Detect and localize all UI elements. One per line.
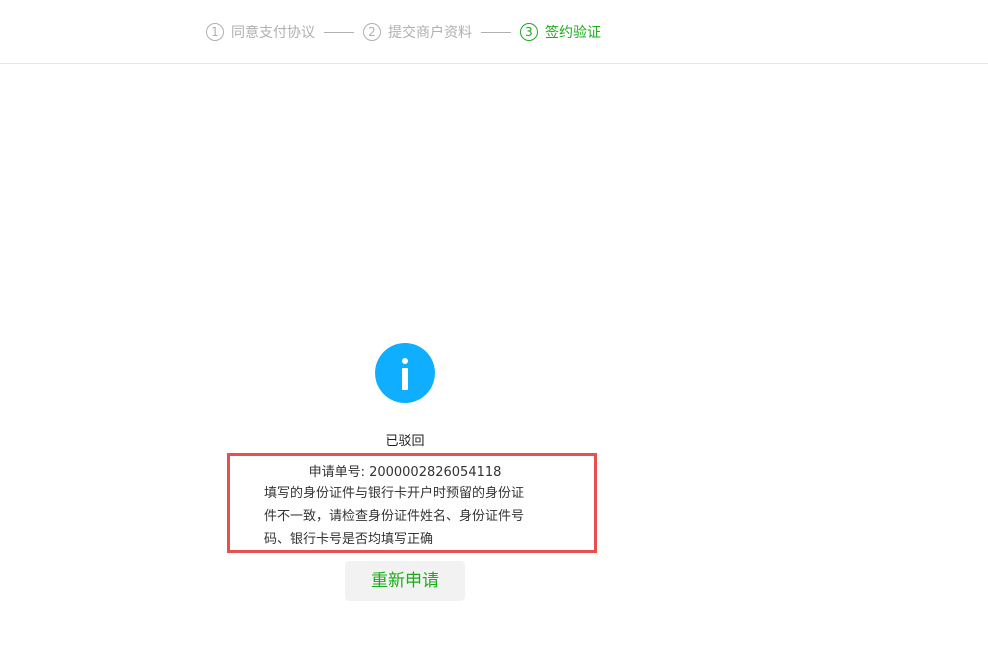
step-connector [481,31,511,33]
info-icon [375,343,435,403]
reason-line: 填写的身份证件与银行卡开户时预留的身份证 [264,486,525,501]
step-number: 3 [520,23,538,41]
step-label: 提交商户资料 [388,25,472,41]
step-agree-protocol: 1 同意支付协议 [206,22,315,42]
step-number: 2 [363,23,381,41]
step-label: 签约验证 [545,25,601,41]
reason-line: 件不一致，请检查身份证件姓名、身份证件号 [264,509,525,524]
step-submit-info: 2 提交商户资料 [363,22,472,42]
application-number: 申请单号: 2000002826054118 [308,465,502,480]
step-connector [324,31,354,33]
rejection-reason: 填写的身份证件与银行卡开户时预留的身份证 件不一致，请检查身份证件姓名、身份证件… [264,482,564,551]
step-label: 同意支付协议 [231,25,315,41]
step-indicator: 1 同意支付协议 2 提交商户资料 3 签约验证 [206,21,601,43]
reason-line: 码、银行卡号是否均填写正确 [264,532,434,547]
reapply-button[interactable]: 重新申请 [345,561,465,601]
top-bar: 1 同意支付协议 2 提交商户资料 3 签约验证 [0,0,988,64]
step-number: 1 [206,23,224,41]
status-title: 已驳回 [385,434,425,449]
step-sign-verify: 3 签约验证 [520,22,601,42]
